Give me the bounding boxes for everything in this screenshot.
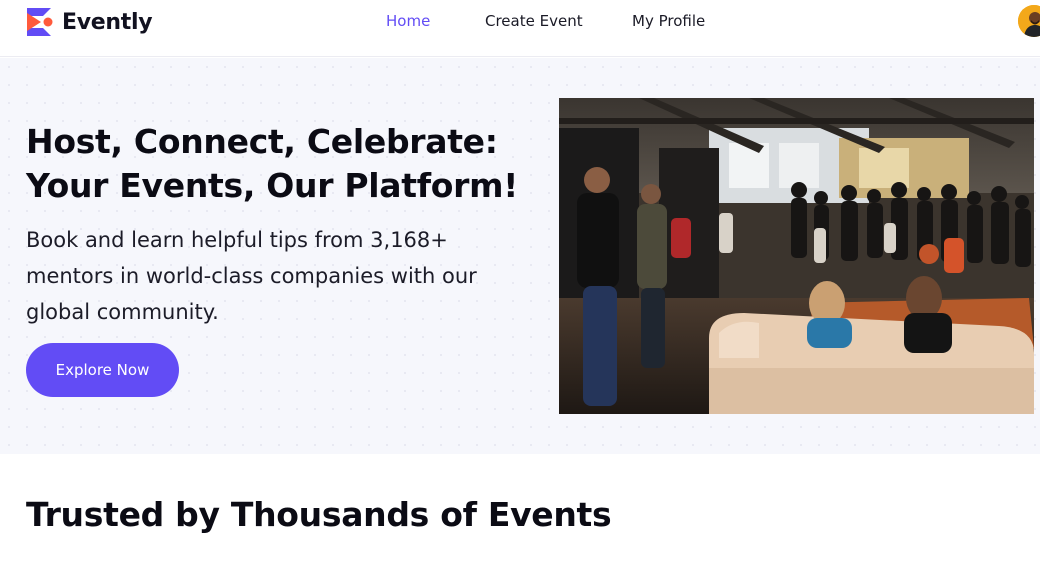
explore-now-button[interactable]: Explore Now <box>26 343 179 397</box>
hero-event-photo <box>559 98 1034 414</box>
trusted-section-title: Trusted by Thousands of Events <box>26 495 612 534</box>
brand-logo[interactable]: Evently <box>26 7 153 37</box>
evently-logo-icon <box>27 8 53 36</box>
nav-my-profile-link[interactable]: My Profile <box>632 12 705 30</box>
hero-title: Host, Connect, Celebrate: Your Events, O… <box>26 122 518 205</box>
nav-create-event-link[interactable]: Create Event <box>485 12 583 30</box>
avatar-image <box>1018 5 1040 37</box>
event-crowd-illustration <box>559 98 1034 414</box>
top-navbar: Evently Home Create Event My Profile <box>0 0 1040 57</box>
hero-section: Host, Connect, Celebrate: Your Events, O… <box>0 58 1040 454</box>
user-avatar[interactable] <box>1018 5 1040 37</box>
hero-subtitle: Book and learn helpful tips from 3,168+ … <box>26 228 477 324</box>
brand-name: Evently <box>62 9 153 35</box>
nav-home-link[interactable]: Home <box>386 12 430 30</box>
